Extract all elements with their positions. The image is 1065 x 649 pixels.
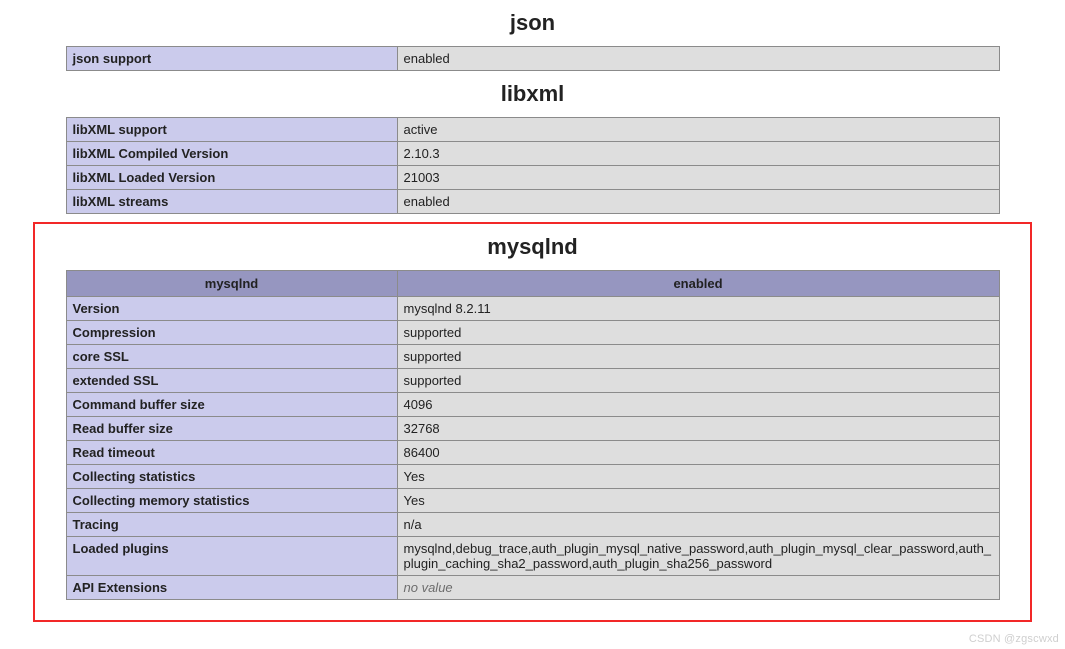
cell-key: API Extensions <box>66 576 397 600</box>
table-row: Collecting memory statistics Yes <box>66 489 999 513</box>
cell-val: n/a <box>397 513 999 537</box>
section-title-libxml: libxml <box>0 81 1065 107</box>
cell-key: Loaded plugins <box>66 537 397 576</box>
cell-key: libXML streams <box>66 190 397 214</box>
cell-val: supported <box>397 345 999 369</box>
cell-key: Compression <box>66 321 397 345</box>
table-row: Loaded plugins mysqlnd,debug_trace,auth_… <box>66 537 999 576</box>
section-title-mysqlnd: mysqlnd <box>35 234 1030 260</box>
cell-val: no value <box>397 576 999 600</box>
table-row: Read timeout 86400 <box>66 441 999 465</box>
cell-val: mysqlnd 8.2.11 <box>397 297 999 321</box>
section-json: json json support enabled <box>0 10 1065 71</box>
cell-key: Read buffer size <box>66 417 397 441</box>
cell-key: core SSL <box>66 345 397 369</box>
table-row: Version mysqlnd 8.2.11 <box>66 297 999 321</box>
cell-key: libXML Compiled Version <box>66 142 397 166</box>
cell-val: Yes <box>397 489 999 513</box>
cell-key: json support <box>66 47 397 71</box>
table-row: libXML streams enabled <box>66 190 999 214</box>
table-row: Collecting statistics Yes <box>66 465 999 489</box>
table-row: libXML Loaded Version 21003 <box>66 166 999 190</box>
cell-val: supported <box>397 369 999 393</box>
cell-key: Collecting statistics <box>66 465 397 489</box>
table-row: Read buffer size 32768 <box>66 417 999 441</box>
cell-key: libXML support <box>66 118 397 142</box>
cell-val: active <box>397 118 999 142</box>
table-row: Command buffer size 4096 <box>66 393 999 417</box>
highlight-box-mysqlnd: mysqlnd mysqlnd enabled Version mysqlnd … <box>33 222 1032 622</box>
cell-val: supported <box>397 321 999 345</box>
table-mysqlnd: mysqlnd enabled Version mysqlnd 8.2.11 C… <box>66 270 1000 600</box>
cell-val: 32768 <box>397 417 999 441</box>
table-row: API Extensions no value <box>66 576 999 600</box>
col-head-left: mysqlnd <box>66 271 397 297</box>
cell-key: Version <box>66 297 397 321</box>
section-libxml: libxml libXML support active libXML Comp… <box>0 81 1065 214</box>
table-json: json support enabled <box>66 46 1000 71</box>
cell-val: Yes <box>397 465 999 489</box>
cell-key: libXML Loaded Version <box>66 166 397 190</box>
cell-val: 86400 <box>397 441 999 465</box>
watermark-text: CSDN @zgscwxd <box>969 633 1059 645</box>
table-row: Tracing n/a <box>66 513 999 537</box>
table-row: json support enabled <box>66 47 999 71</box>
cell-val: enabled <box>397 190 999 214</box>
col-head-right: enabled <box>397 271 999 297</box>
cell-val: 4096 <box>397 393 999 417</box>
section-title-json: json <box>0 10 1065 36</box>
cell-key: Collecting memory statistics <box>66 489 397 513</box>
table-row: Compression supported <box>66 321 999 345</box>
no-value-text: no value <box>404 580 453 595</box>
cell-key: extended SSL <box>66 369 397 393</box>
cell-val: 2.10.3 <box>397 142 999 166</box>
table-libxml: libXML support active libXML Compiled Ve… <box>66 117 1000 214</box>
table-row: libXML Compiled Version 2.10.3 <box>66 142 999 166</box>
table-row: extended SSL supported <box>66 369 999 393</box>
cell-key: Read timeout <box>66 441 397 465</box>
cell-val: enabled <box>397 47 999 71</box>
table-row: core SSL supported <box>66 345 999 369</box>
cell-val: mysqlnd,debug_trace,auth_plugin_mysql_na… <box>397 537 999 576</box>
section-mysqlnd: mysqlnd mysqlnd enabled Version mysqlnd … <box>35 234 1030 600</box>
cell-val: 21003 <box>397 166 999 190</box>
cell-key: Tracing <box>66 513 397 537</box>
table-row: libXML support active <box>66 118 999 142</box>
cell-key: Command buffer size <box>66 393 397 417</box>
table-header-row: mysqlnd enabled <box>66 271 999 297</box>
